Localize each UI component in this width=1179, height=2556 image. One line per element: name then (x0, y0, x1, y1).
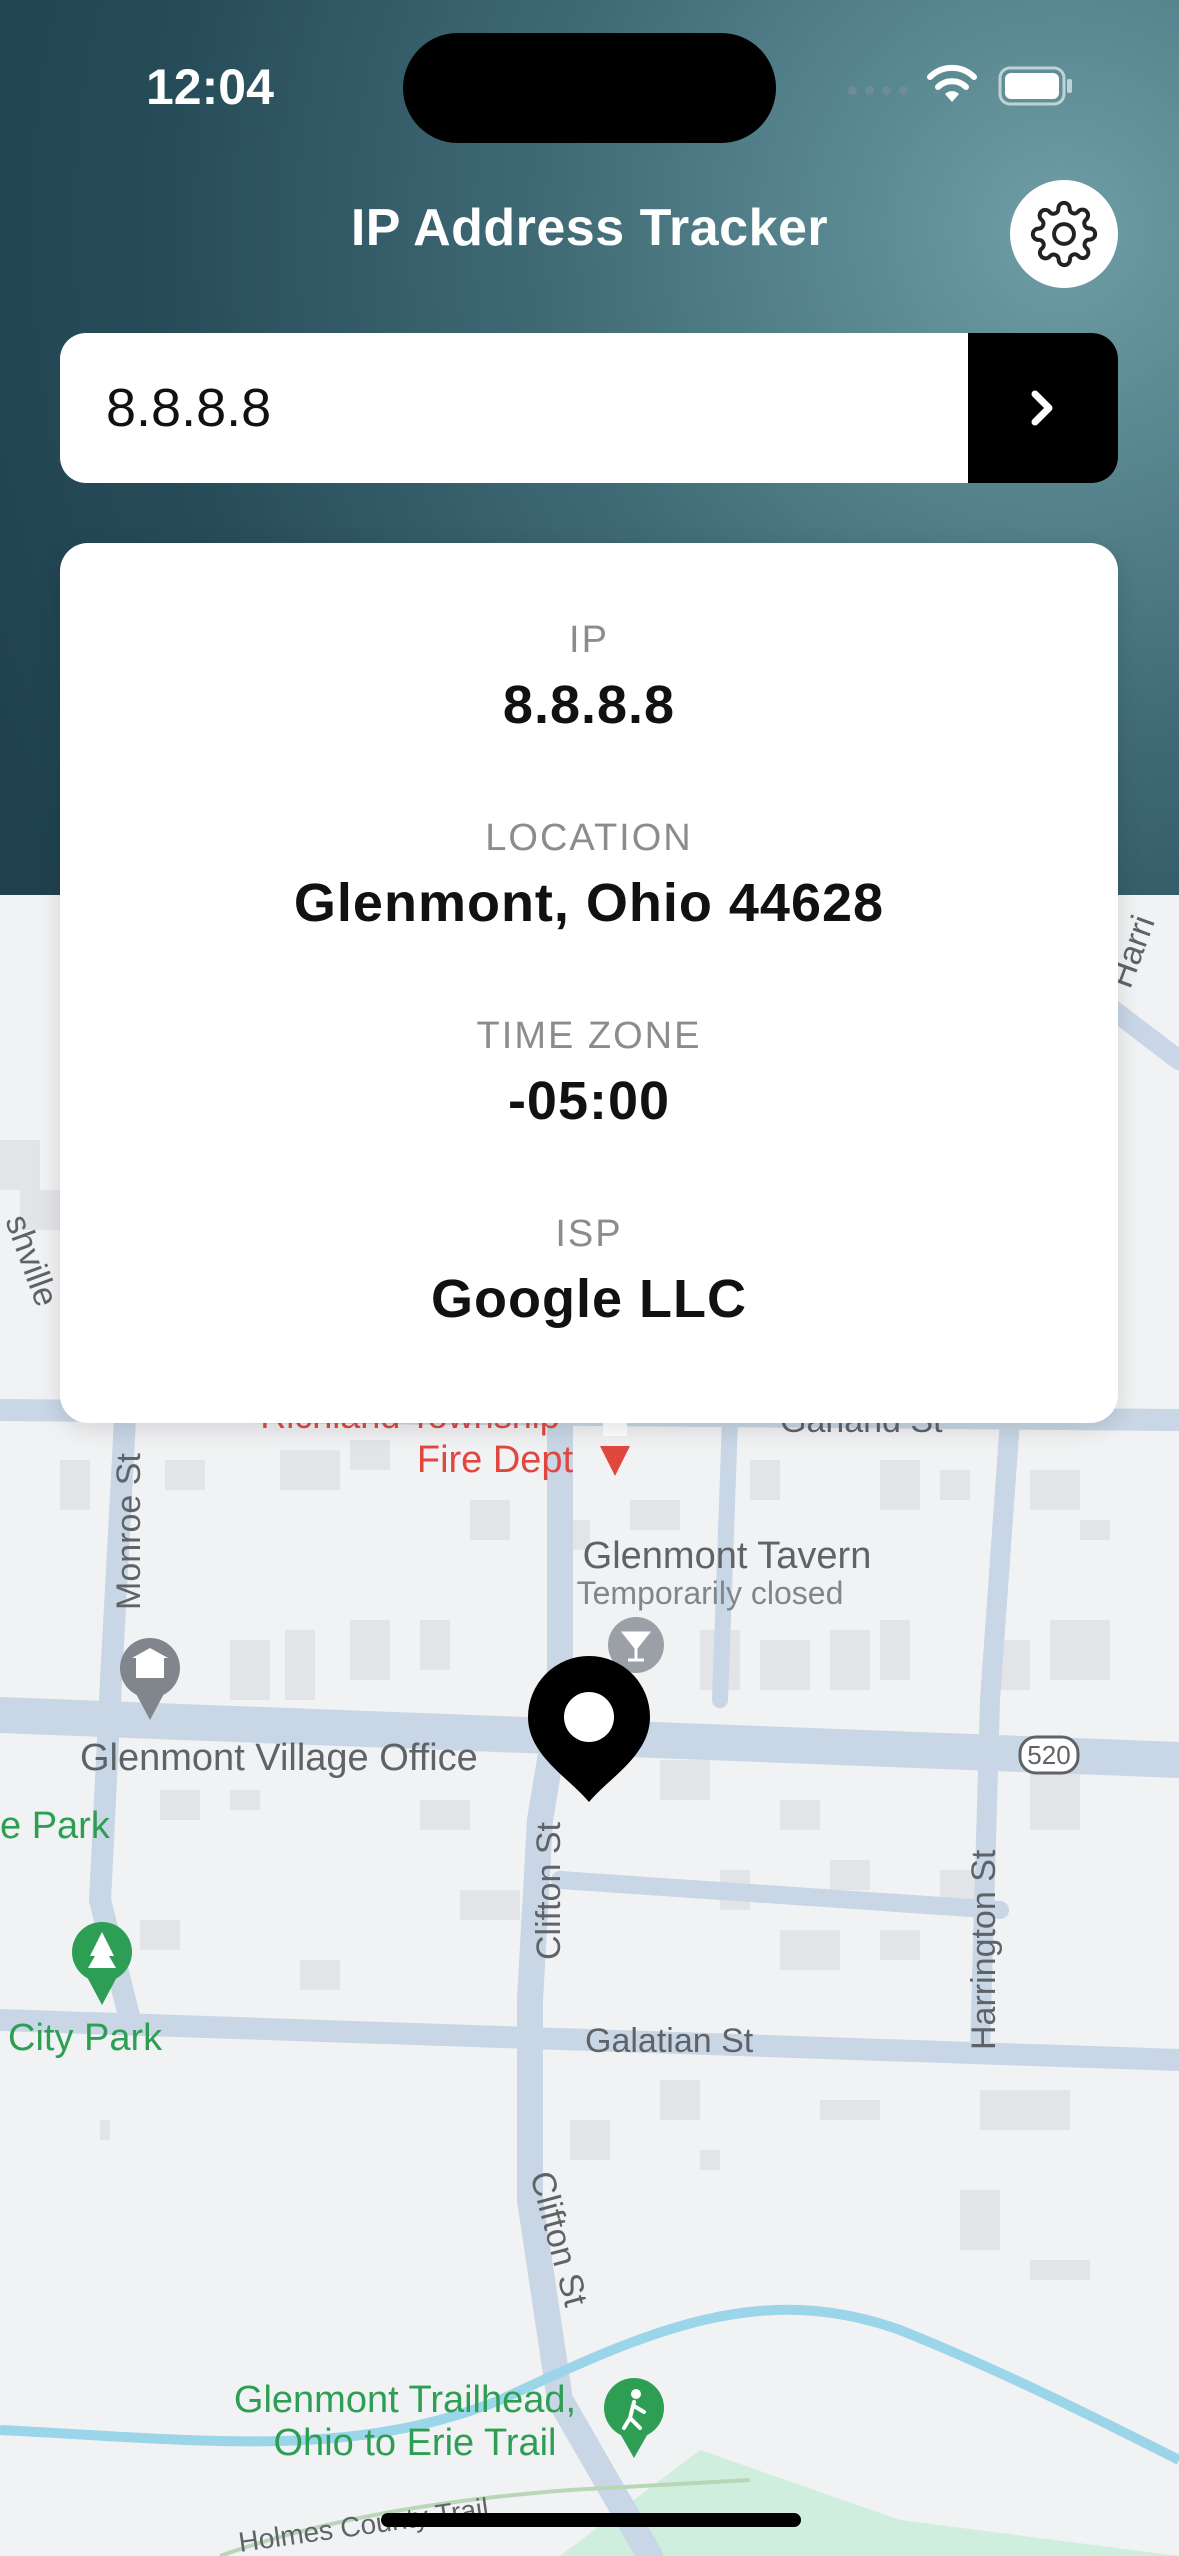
street-label-clifton: Clifton St (530, 1822, 568, 1960)
chevron-right-icon (1031, 390, 1053, 426)
street-label-galatian: Galatian St (585, 2022, 754, 2060)
info-label-isp: ISP (555, 1213, 623, 1255)
poi-tavern-name: Glenmont Tavern (583, 1535, 872, 1577)
street-label-monroe: Monroe St (110, 1453, 148, 1610)
page-title: IP Address Tracker (350, 199, 829, 257)
search-submit-button[interactable] (968, 333, 1118, 483)
street-label-harrington: Harrington St (965, 1849, 1003, 2050)
ip-info-card: IP 8.8.8.8 LOCATION Glenmont, Ohio 44628… (60, 543, 1118, 1423)
info-label-timezone: TIME ZONE (476, 1015, 702, 1057)
info-value-isp: Google LLC (431, 1269, 747, 1329)
poi-tavern-status: Temporarily closed (577, 1575, 844, 1611)
info-item-ip: IP 8.8.8.8 (60, 619, 1118, 736)
info-item-timezone: TIME ZONE -05:00 (60, 1015, 1118, 1132)
poi-village-office: Glenmont Village Office (80, 1737, 478, 1779)
status-time: 12:04 (146, 59, 274, 115)
poi-trailhead-line1: Glenmont Trailhead, (234, 2379, 576, 2421)
cellular-signal-icon (848, 86, 908, 95)
poi-trailhead-line2: Ohio to Erie Trail (274, 2422, 557, 2464)
poi-city-park: City Park (8, 2017, 163, 2059)
poi-park-left: e Park (0, 1805, 111, 1847)
info-value-ip: 8.8.8.8 (502, 675, 676, 735)
dynamic-island (403, 33, 776, 143)
info-label-location: LOCATION (485, 817, 693, 859)
gear-icon (1030, 200, 1098, 268)
battery-icon (998, 66, 1072, 106)
route-shield-label: 520 (1027, 1740, 1070, 1770)
info-value-timezone: -05:00 (507, 1071, 671, 1131)
info-item-isp: ISP Google LLC (60, 1213, 1118, 1330)
ip-search-bar (60, 333, 1118, 483)
home-indicator (381, 2513, 801, 2527)
route-shield: 520 (1018, 1735, 1080, 1775)
settings-button[interactable] (1010, 180, 1118, 288)
ip-search-input[interactable] (106, 333, 966, 483)
info-item-location: LOCATION Glenmont, Ohio 44628 (60, 817, 1118, 934)
info-value-location: Glenmont, Ohio 44628 (293, 873, 885, 933)
wifi-icon (927, 64, 977, 102)
info-label-ip: IP (569, 619, 609, 661)
poi-fire-dept-line2: Fire Dept (417, 1439, 574, 1481)
